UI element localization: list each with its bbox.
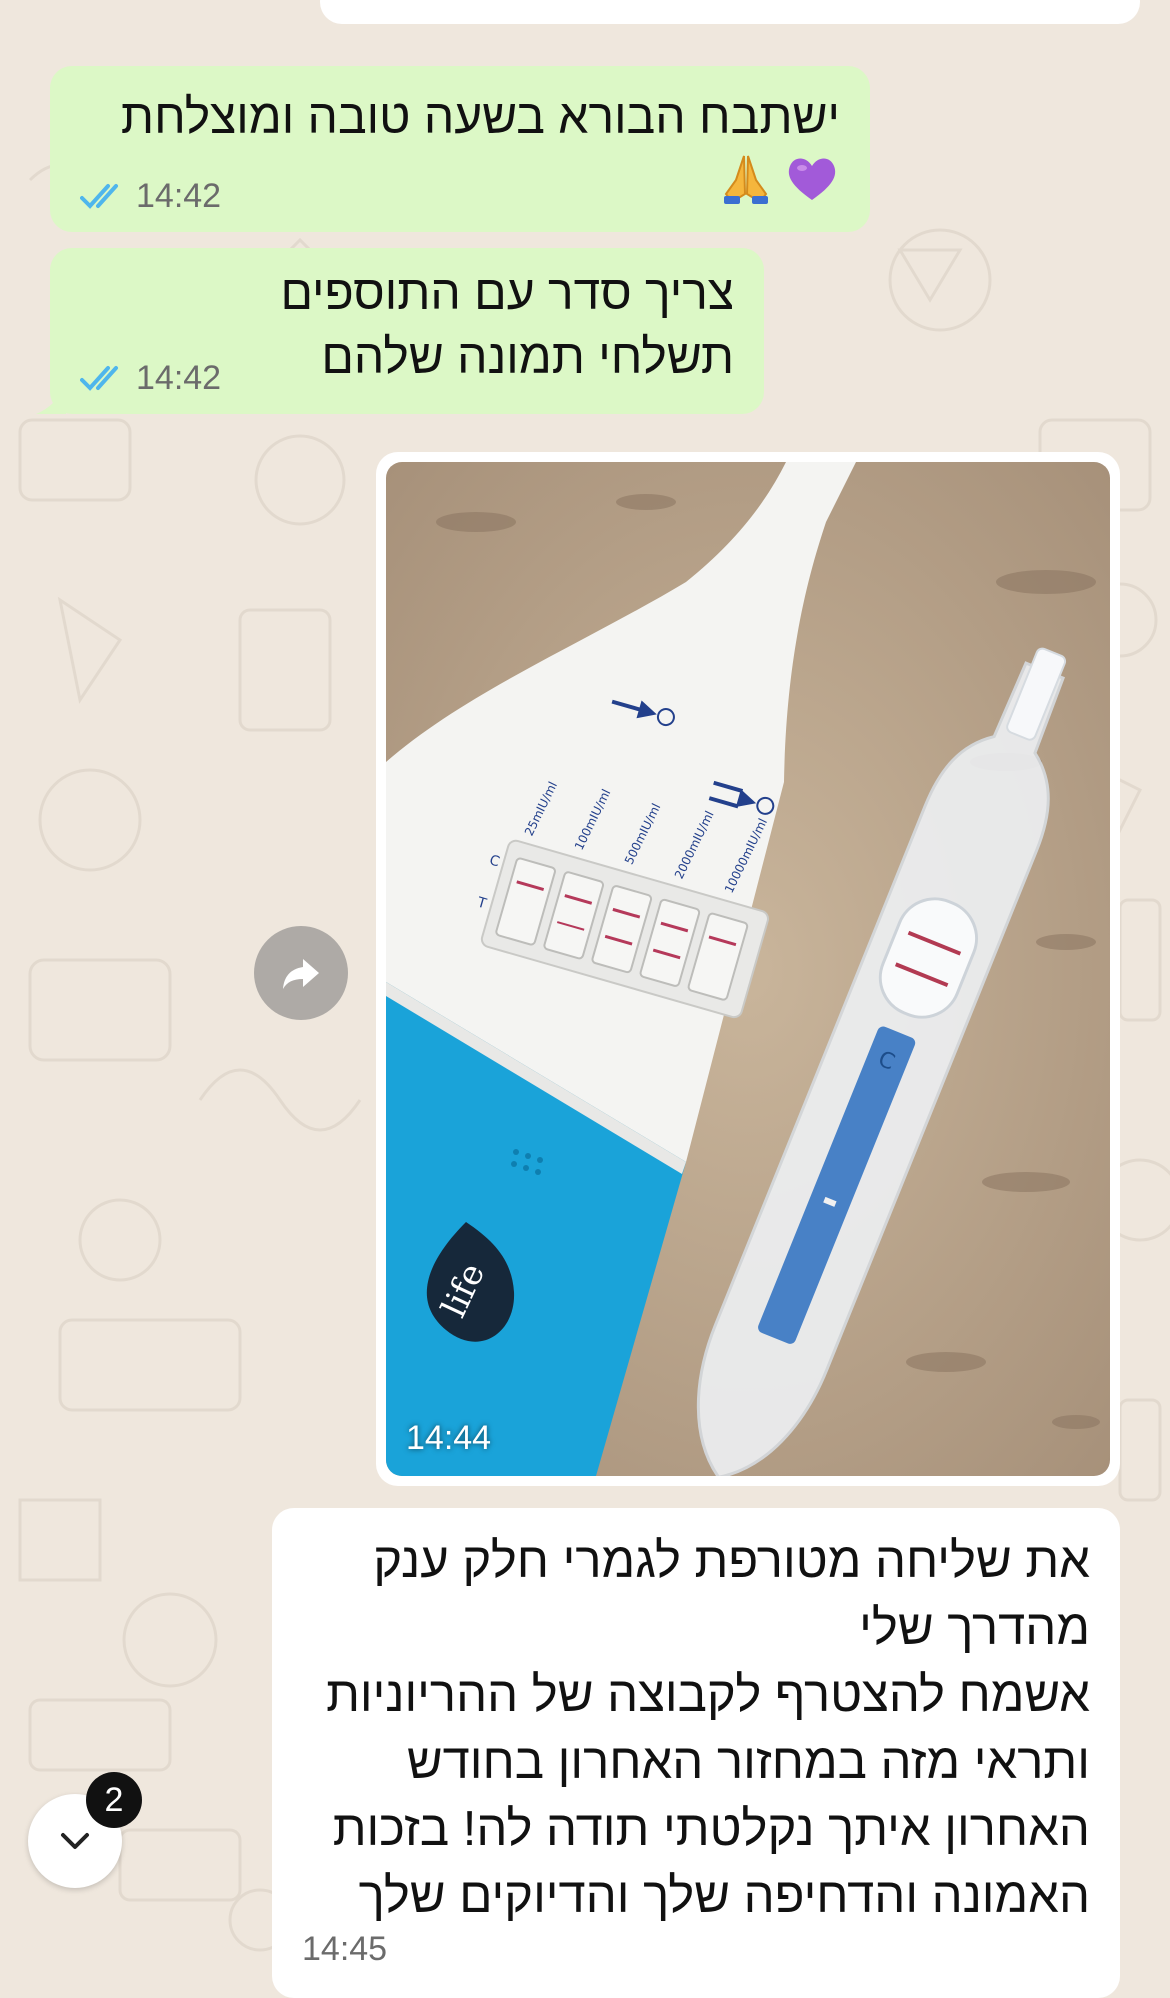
message-line: האחרון איתך נקלטתי תודה לה! בזכות	[332, 1802, 1090, 1856]
outgoing-message[interactable]: ישתבח הבורא בשעה טובה ומוצלחת 14:42	[50, 66, 870, 232]
purple-heart-icon	[788, 158, 836, 200]
message-meta: 14:42	[80, 359, 221, 398]
message-line: האמונה והדחיפה שלך והדיוקים שלך	[358, 1869, 1090, 1923]
message-time: 14:42	[136, 359, 222, 397]
message-meta: 14:45	[302, 1930, 387, 1969]
message-emojis	[718, 150, 840, 206]
message-line: תשלחי תמונה שלהם	[321, 331, 734, 384]
incoming-image-message[interactable]: life C T 25mIU/ml 100mIU/ml 500mIU/ml 20…	[376, 452, 1120, 1486]
outgoing-message[interactable]: צריך סדר עם התוספים תשלחי תמונה שלהם 14:…	[36, 248, 764, 414]
read-receipt-icon	[80, 365, 118, 391]
forward-button[interactable]	[254, 926, 348, 1020]
message-line: אשמח להצטרף לקבוצה של ההריוניות	[326, 1668, 1090, 1722]
bubble-tail	[36, 384, 66, 414]
message-line: את שליחה מטורפת לגמרי חלק ענק	[373, 1534, 1090, 1588]
photo-illustration: life C T 25mIU/ml 100mIU/ml 500mIU/ml 20…	[386, 462, 1110, 1476]
message-time: 14:44	[406, 1419, 492, 1457]
folded-hands-icon	[724, 155, 768, 204]
unread-count-badge: 2	[86, 1772, 142, 1828]
read-receipt-icon	[80, 183, 118, 209]
chevron-down-icon	[61, 1833, 89, 1849]
pregnancy-test-photo[interactable]: life C T 25mIU/ml 100mIU/ml 500mIU/ml 20…	[386, 462, 1110, 1476]
incoming-message[interactable]: את שליחה מטורפת לגמרי חלק ענק מהדרך שלי …	[272, 1508, 1120, 1998]
message-time: 14:42	[136, 177, 222, 215]
previous-message-fragment	[320, 0, 1140, 24]
message-meta: 14:42	[80, 177, 221, 216]
message-time: 14:45	[302, 1930, 388, 1968]
message-line: ותראי מזה במחזור האחרון בחודש	[406, 1735, 1090, 1789]
forward-arrow-icon	[283, 959, 319, 989]
message-line: צריך סדר עם התוספים	[280, 267, 734, 320]
message-text: ישתבח הבורא בשעה טובה ומוצלחת	[120, 91, 840, 144]
message-line: מהדרך שלי	[859, 1601, 1090, 1655]
message-text: את שליחה מטורפת לגמרי חלק ענק מהדרך שלי …	[326, 1528, 1090, 1930]
message-text: צריך סדר עם התוספים תשלחי תמונה שלהם	[280, 262, 734, 390]
